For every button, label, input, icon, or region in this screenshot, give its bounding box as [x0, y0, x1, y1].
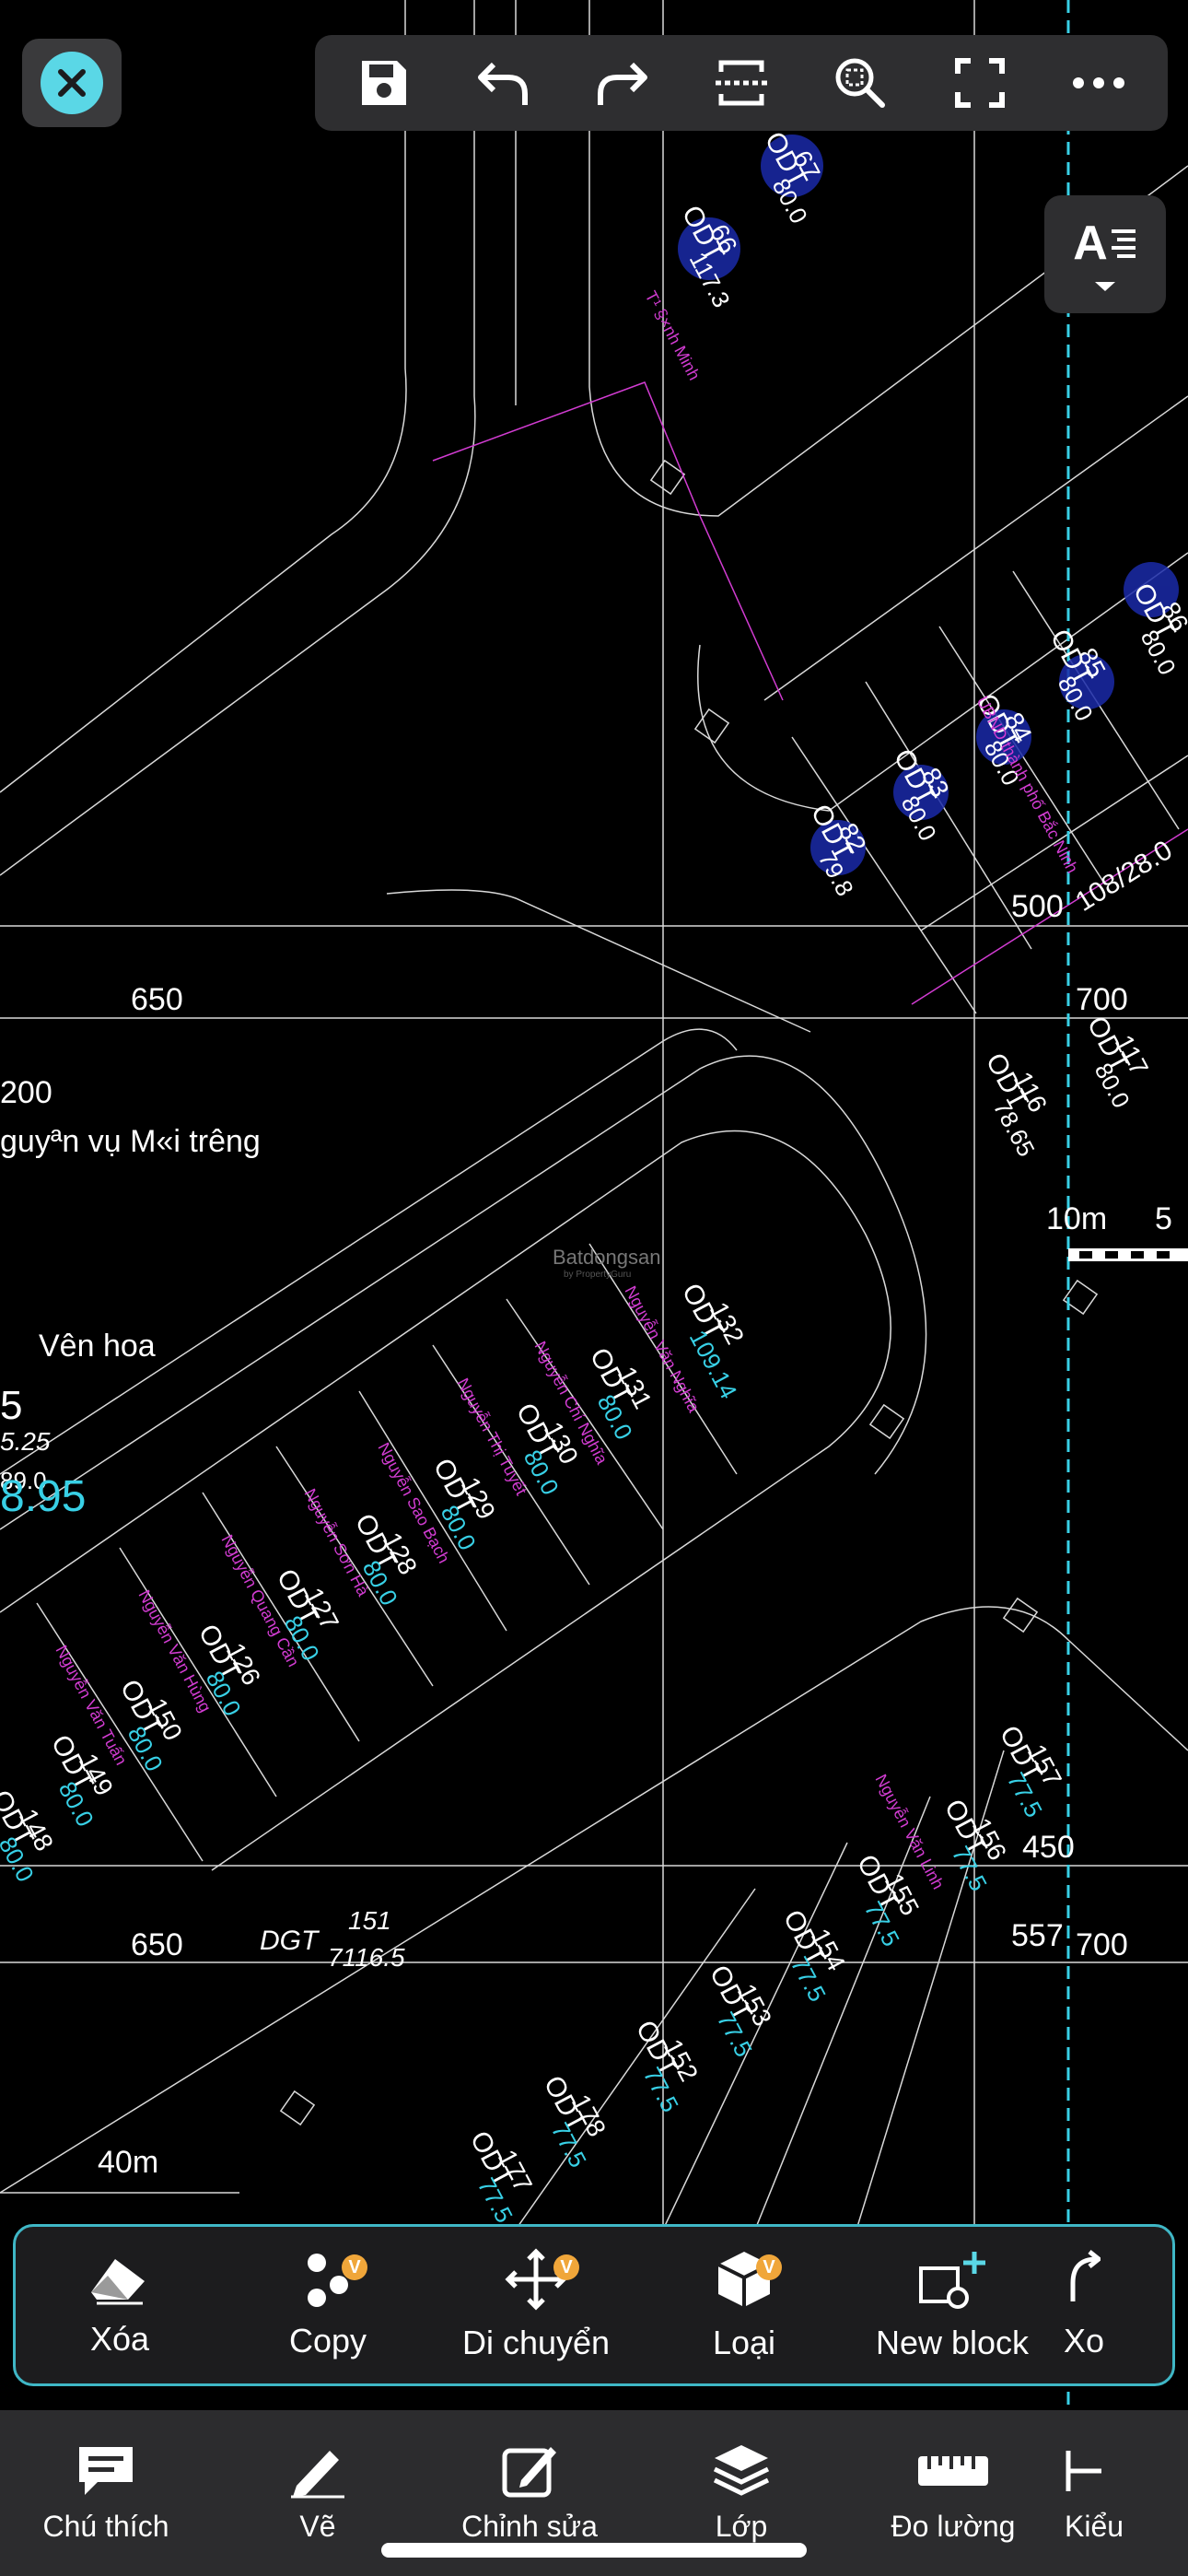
- redo-button[interactable]: [578, 39, 667, 127]
- road-area: 7116.5: [328, 1943, 405, 1972]
- chevron-down-icon: [1095, 282, 1115, 291]
- pencil-icon: [291, 2451, 344, 2499]
- tab-annotate[interactable]: Chú thích: [0, 2410, 212, 2544]
- copy-button[interactable]: V Copy: [224, 2227, 432, 2383]
- map-note: V­ên hoa: [39, 1329, 156, 1364]
- new-block-label: New block: [875, 2324, 1030, 2361]
- map-note: guyªn vụ M«i tr­êng: [0, 1124, 261, 1159]
- dimension-label: 5: [1155, 1201, 1172, 1236]
- dimension-label: 650: [131, 982, 183, 1017]
- save-icon: [361, 61, 406, 105]
- edit-icon: [502, 2447, 556, 2498]
- watermark: Batdongsan: [553, 1246, 660, 1269]
- layers-icon: [713, 2445, 770, 2496]
- eraser-icon: [91, 2259, 145, 2305]
- scale-bar: [1068, 1248, 1188, 1261]
- delete-label: Xóa: [89, 2320, 150, 2358]
- dimension-label: 500: [1011, 889, 1064, 924]
- watermark-sub: by PropertyGuru: [564, 1270, 631, 1280]
- rotate-button[interactable]: Xo: [1056, 2227, 1172, 2383]
- rotate-label: Xo: [1064, 2322, 1105, 2359]
- new-block-button[interactable]: New block: [848, 2227, 1056, 2383]
- redo-icon: [597, 62, 647, 105]
- more-button[interactable]: [1054, 39, 1143, 127]
- dimension-label: 700: [1076, 1927, 1128, 1962]
- tab-annotate-label: Chú thích: [42, 2510, 169, 2543]
- text-style-label: A: [1073, 217, 1108, 270]
- dimension-label: 200: [0, 1075, 52, 1110]
- owner-name: T¹ §×nh Minh: [641, 287, 704, 382]
- dimension-label: 700: [1076, 982, 1128, 1017]
- comment-icon: [79, 2447, 133, 2495]
- save-button[interactable]: [340, 39, 428, 127]
- tab-edit[interactable]: Chỉnh sửa: [424, 2410, 635, 2544]
- zoom-icon: [835, 58, 886, 108]
- premium-badge: V: [342, 2254, 367, 2280]
- type-label: Loại: [712, 2324, 776, 2361]
- premium-badge: V: [756, 2254, 782, 2280]
- parcel-area-highlight: 8.95: [0, 1472, 86, 1521]
- ruler-icon: [918, 2456, 988, 2486]
- dimension-label: 650: [131, 1927, 183, 1962]
- crop-button[interactable]: [697, 39, 786, 127]
- zoom-button[interactable]: [816, 39, 904, 127]
- parcel-ref: 5.25: [0, 1427, 51, 1456]
- delete-button[interactable]: Xóa: [16, 2227, 224, 2383]
- cad-drawing-canvas[interactable]: 650 650 700 700 200 500 450 40m 10m 5 557 guyªn vụ …: [0, 0, 1188, 2576]
- tab-layers-label: Lớp: [715, 2510, 768, 2543]
- dimension-label: 10m: [1046, 1201, 1107, 1236]
- top-toolbar: [315, 35, 1168, 131]
- close-button[interactable]: [22, 39, 122, 127]
- tab-draw-label: Vẽ: [299, 2510, 336, 2543]
- close-icon: [41, 52, 103, 114]
- copy-label: Copy: [288, 2322, 367, 2359]
- tab-edit-label: Chỉnh sửa: [461, 2510, 598, 2543]
- align-lines-icon: [1111, 229, 1136, 258]
- tab-draw[interactable]: Vẽ: [212, 2410, 424, 2544]
- undo-button[interactable]: [459, 39, 547, 127]
- crop-icon: [715, 60, 767, 106]
- more-icon: [1073, 77, 1125, 88]
- type-button[interactable]: V Loại: [640, 2227, 848, 2383]
- new-block-icon: [919, 2252, 985, 2309]
- undo-icon: [478, 62, 529, 105]
- home-indicator: [381, 2543, 807, 2558]
- premium-badge: V: [553, 2254, 579, 2280]
- dimension-icon: [1066, 2451, 1101, 2491]
- rotate-icon: [1070, 2250, 1101, 2301]
- edit-action-bar: Xóa V Copy V Di chuyển V Loại New block: [13, 2224, 1175, 2386]
- cad-text-layer: 650 650 700 700 200 500 450 40m 10m 5 557 guyªn vụ …: [0, 127, 1188, 2228]
- parcel-ref: 108/28.0: [1070, 835, 1178, 918]
- tab-measure-label: Đo lường: [891, 2510, 1016, 2543]
- move-label: Di chuyển: [461, 2324, 611, 2361]
- text-style-button[interactable]: A: [1044, 195, 1166, 313]
- dimension-label: 450: [1022, 1830, 1075, 1865]
- fullscreen-icon: [954, 58, 1005, 108]
- tab-measure[interactable]: Đo lường: [847, 2410, 1059, 2544]
- tab-style[interactable]: Kiểu: [1059, 2410, 1188, 2544]
- road-number: 151: [348, 1906, 391, 1935]
- dimension-label: 557: [1011, 1918, 1064, 1953]
- dimension-label: 40m: [98, 2145, 158, 2180]
- parcel-ref: 5: [0, 1383, 22, 1428]
- tab-layers[interactable]: Lớp: [635, 2410, 847, 2544]
- fullscreen-button[interactable]: [936, 39, 1024, 127]
- tab-style-label: Kiểu: [1065, 2510, 1124, 2543]
- road-label: DGT: [260, 1926, 320, 1956]
- move-button[interactable]: V Di chuyển: [432, 2227, 640, 2383]
